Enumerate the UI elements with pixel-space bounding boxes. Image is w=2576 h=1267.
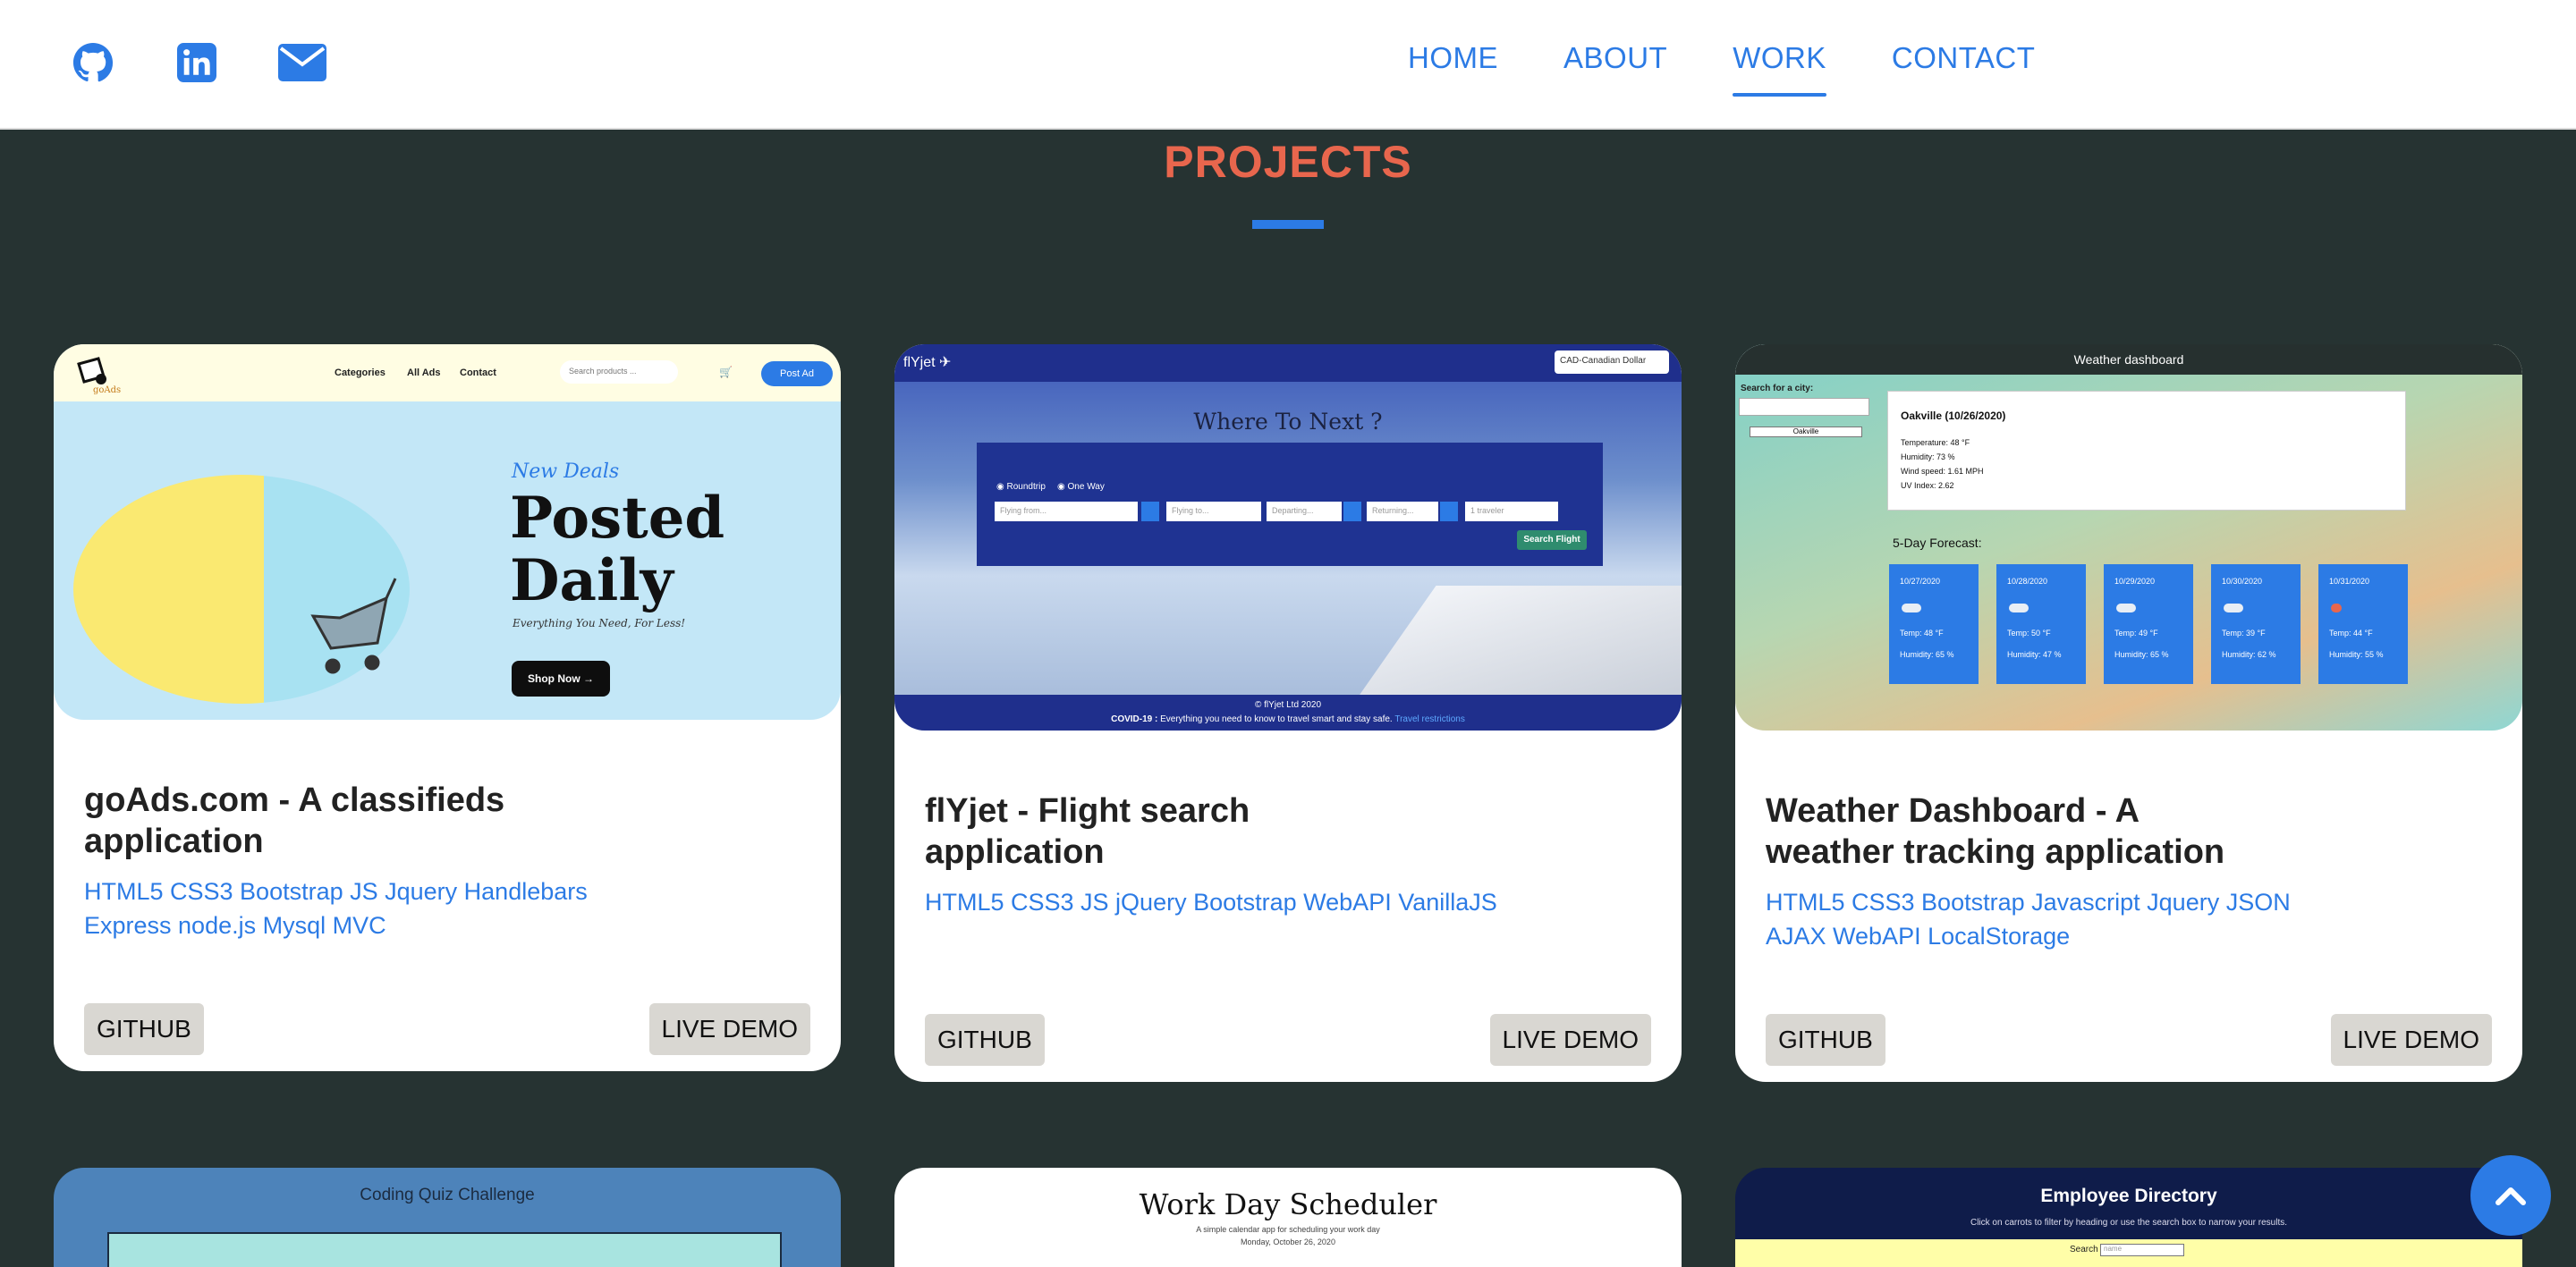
preview-currency-select: CAD-Canadian Dollar [1555,351,1669,374]
preview-field: Returning... [1367,502,1438,521]
preview-forecast-label: 5-Day Forecast: [1893,536,1982,550]
project-tech-stack: HTML5 CSS3 Bootstrap JS Jquery Handlebar… [84,878,588,939]
preview-menu-item: All Ads [407,367,441,378]
preview-search: Search products ... [560,360,678,384]
swap-icon [1141,502,1159,521]
preview-search-button: Search Flight [1517,530,1587,550]
rain-cloud-icon [2224,604,2243,612]
github-button[interactable]: GITHUB [1766,1014,1885,1066]
project-card-scheduler[interactable]: Work Day Scheduler A simple calendar app… [894,1168,1682,1267]
preview-field: Flying to... [1166,502,1261,521]
calendar-icon [1343,502,1361,521]
preview-radio: ◉ One Way [1057,482,1105,492]
cloud-icon [1902,604,1921,612]
nav-about[interactable]: ABOUT [1563,41,1667,97]
section-title: PROJECTS [1164,137,1412,187]
live-demo-button[interactable]: LIVE DEMO [1489,1014,1651,1066]
mail-icon [278,44,326,81]
preview-search-form: ◉ Roundtrip ◉ One Way Flying from... Fly… [977,443,1603,566]
project-card-goads: goAds Categories All Ads Contact Search … [54,344,841,1071]
github-button[interactable]: GITHUB [925,1014,1045,1066]
project-thumbnail[interactable]: Weather dashboard Search for a city: Oak… [1735,344,2522,731]
preview-menu-item: Contact [460,367,496,378]
nav-contact[interactable]: CONTACT [1892,41,2036,97]
preview-shop-button: Shop Now → [512,661,610,697]
preview-search-input: name [2100,1244,2184,1256]
project-tech-stack: HTML5 CSS3 Bootstrap Javascript Jquery J… [1766,889,2291,950]
nav-home[interactable]: HOME [1408,41,1498,97]
live-demo-button[interactable]: LIVE DEMO [2330,1014,2492,1066]
preview-subtitle: A simple calendar app for scheduling you… [1196,1225,1380,1234]
email-link[interactable] [275,38,329,88]
preview-footer: © flYjet Ltd 2020 COVID-19 : Everything … [894,695,1682,731]
project-thumbnail[interactable]: goAds Categories All Ads Contact Search … [54,344,841,720]
nav-work[interactable]: WORK [1733,41,1826,97]
preview-title: Employee Directory [2040,1186,2217,1206]
cloud-icon [2009,604,2029,612]
preview-search-label: Search for a city: [1741,384,1814,393]
preview-city-button: Oakville [1750,427,1862,437]
project-tech-stack: HTML5 CSS3 JS jQuery Bootstrap WebAPI Va… [925,889,1497,916]
preview-subtext: Everything You Need, For Less! [513,617,686,629]
hero-illustration [73,475,410,704]
preview-field: Flying from... [995,502,1138,521]
forecast-day: 10/31/2020 Temp: 44 °F Humidity: 55 % [2318,564,2408,684]
main-nav: HOME ABOUT WORK CONTACT [1408,41,2035,97]
linkedin-link[interactable] [170,38,224,88]
preview-quiz-box [107,1232,782,1267]
preview-radio: ◉ Roundtrip [996,482,1046,492]
github-icon [72,42,114,82]
sun-icon [2331,604,2342,612]
preview-post-button: Post Ad [761,361,833,386]
project-card-employee-directory[interactable]: Employee Directory Click on carrots to f… [1735,1168,2522,1267]
chevron-up-icon [2496,1187,2526,1205]
preview-title: Coding Quiz Challenge [360,1186,535,1204]
preview-tagline: New Deals [512,460,620,483]
preview-current-weather: Oakville (10/26/2020) Temperature: 48 °F… [1887,391,2406,511]
preview-search-input [1739,398,1869,416]
forecast-day: 10/28/2020 Temp: 50 °F Humidity: 47 % [1996,564,2086,684]
preview-logo-text: goAds [93,385,122,395]
preview-subtitle: Click on carrots to filter by heading or… [1970,1218,2288,1228]
preview-field: 1 traveler [1465,502,1558,521]
preview-brand: flYjet ✈ [903,355,952,370]
project-title: flYjet - Flight search application [925,792,1250,871]
preview-menu-item: Categories [335,367,386,378]
forecast-day: 10/29/2020 Temp: 49 °F Humidity: 65 % [2104,564,2193,684]
scroll-to-top-button[interactable] [2470,1155,2551,1236]
title-underline [1252,220,1324,229]
forecast-day: 10/30/2020 Temp: 39 °F Humidity: 62 % [2211,564,2301,684]
calendar-icon [1440,502,1458,521]
github-button[interactable]: GITHUB [84,1003,204,1055]
preview-headline: Where To Next ? [1193,409,1383,435]
project-card-weather: Weather dashboard Search for a city: Oak… [1735,344,2522,1082]
cloud-icon [2116,604,2136,612]
forecast-day: 10/27/2020 Temp: 48 °F Humidity: 65 % [1889,564,1979,684]
project-title: Weather Dashboard - A weather tracking a… [1766,792,2225,871]
live-demo-button[interactable]: LIVE DEMO [648,1003,810,1055]
preview-navbar: flYjet ✈ CAD-Canadian Dollar [894,344,1682,382]
preview-field: Departing... [1267,502,1342,521]
site-header: HOME ABOUT WORK CONTACT [0,0,2576,130]
github-link[interactable] [66,38,120,88]
logo-icon [77,357,106,384]
project-card-flyjet: flYjet ✈ CAD-Canadian Dollar Where To Ne… [894,344,1682,1082]
preview-search-label: Search [2070,1245,2098,1254]
preview-title: Work Day Scheduler [1139,1187,1437,1221]
project-title: goAds.com - A classifieds application [84,781,505,860]
preview-date: Monday, October 26, 2020 [1241,1237,1335,1246]
plane-icon: ✈ [939,355,952,370]
project-thumbnail[interactable]: flYjet ✈ CAD-Canadian Dollar Where To Ne… [894,344,1682,731]
project-card-quiz[interactable]: Coding Quiz Challenge [54,1168,841,1267]
linkedin-icon [177,43,216,82]
preview-headline: Posted Daily [510,485,725,614]
cart-icon: 🛒 [719,366,733,378]
preview-header: Weather dashboard [1735,344,2522,375]
